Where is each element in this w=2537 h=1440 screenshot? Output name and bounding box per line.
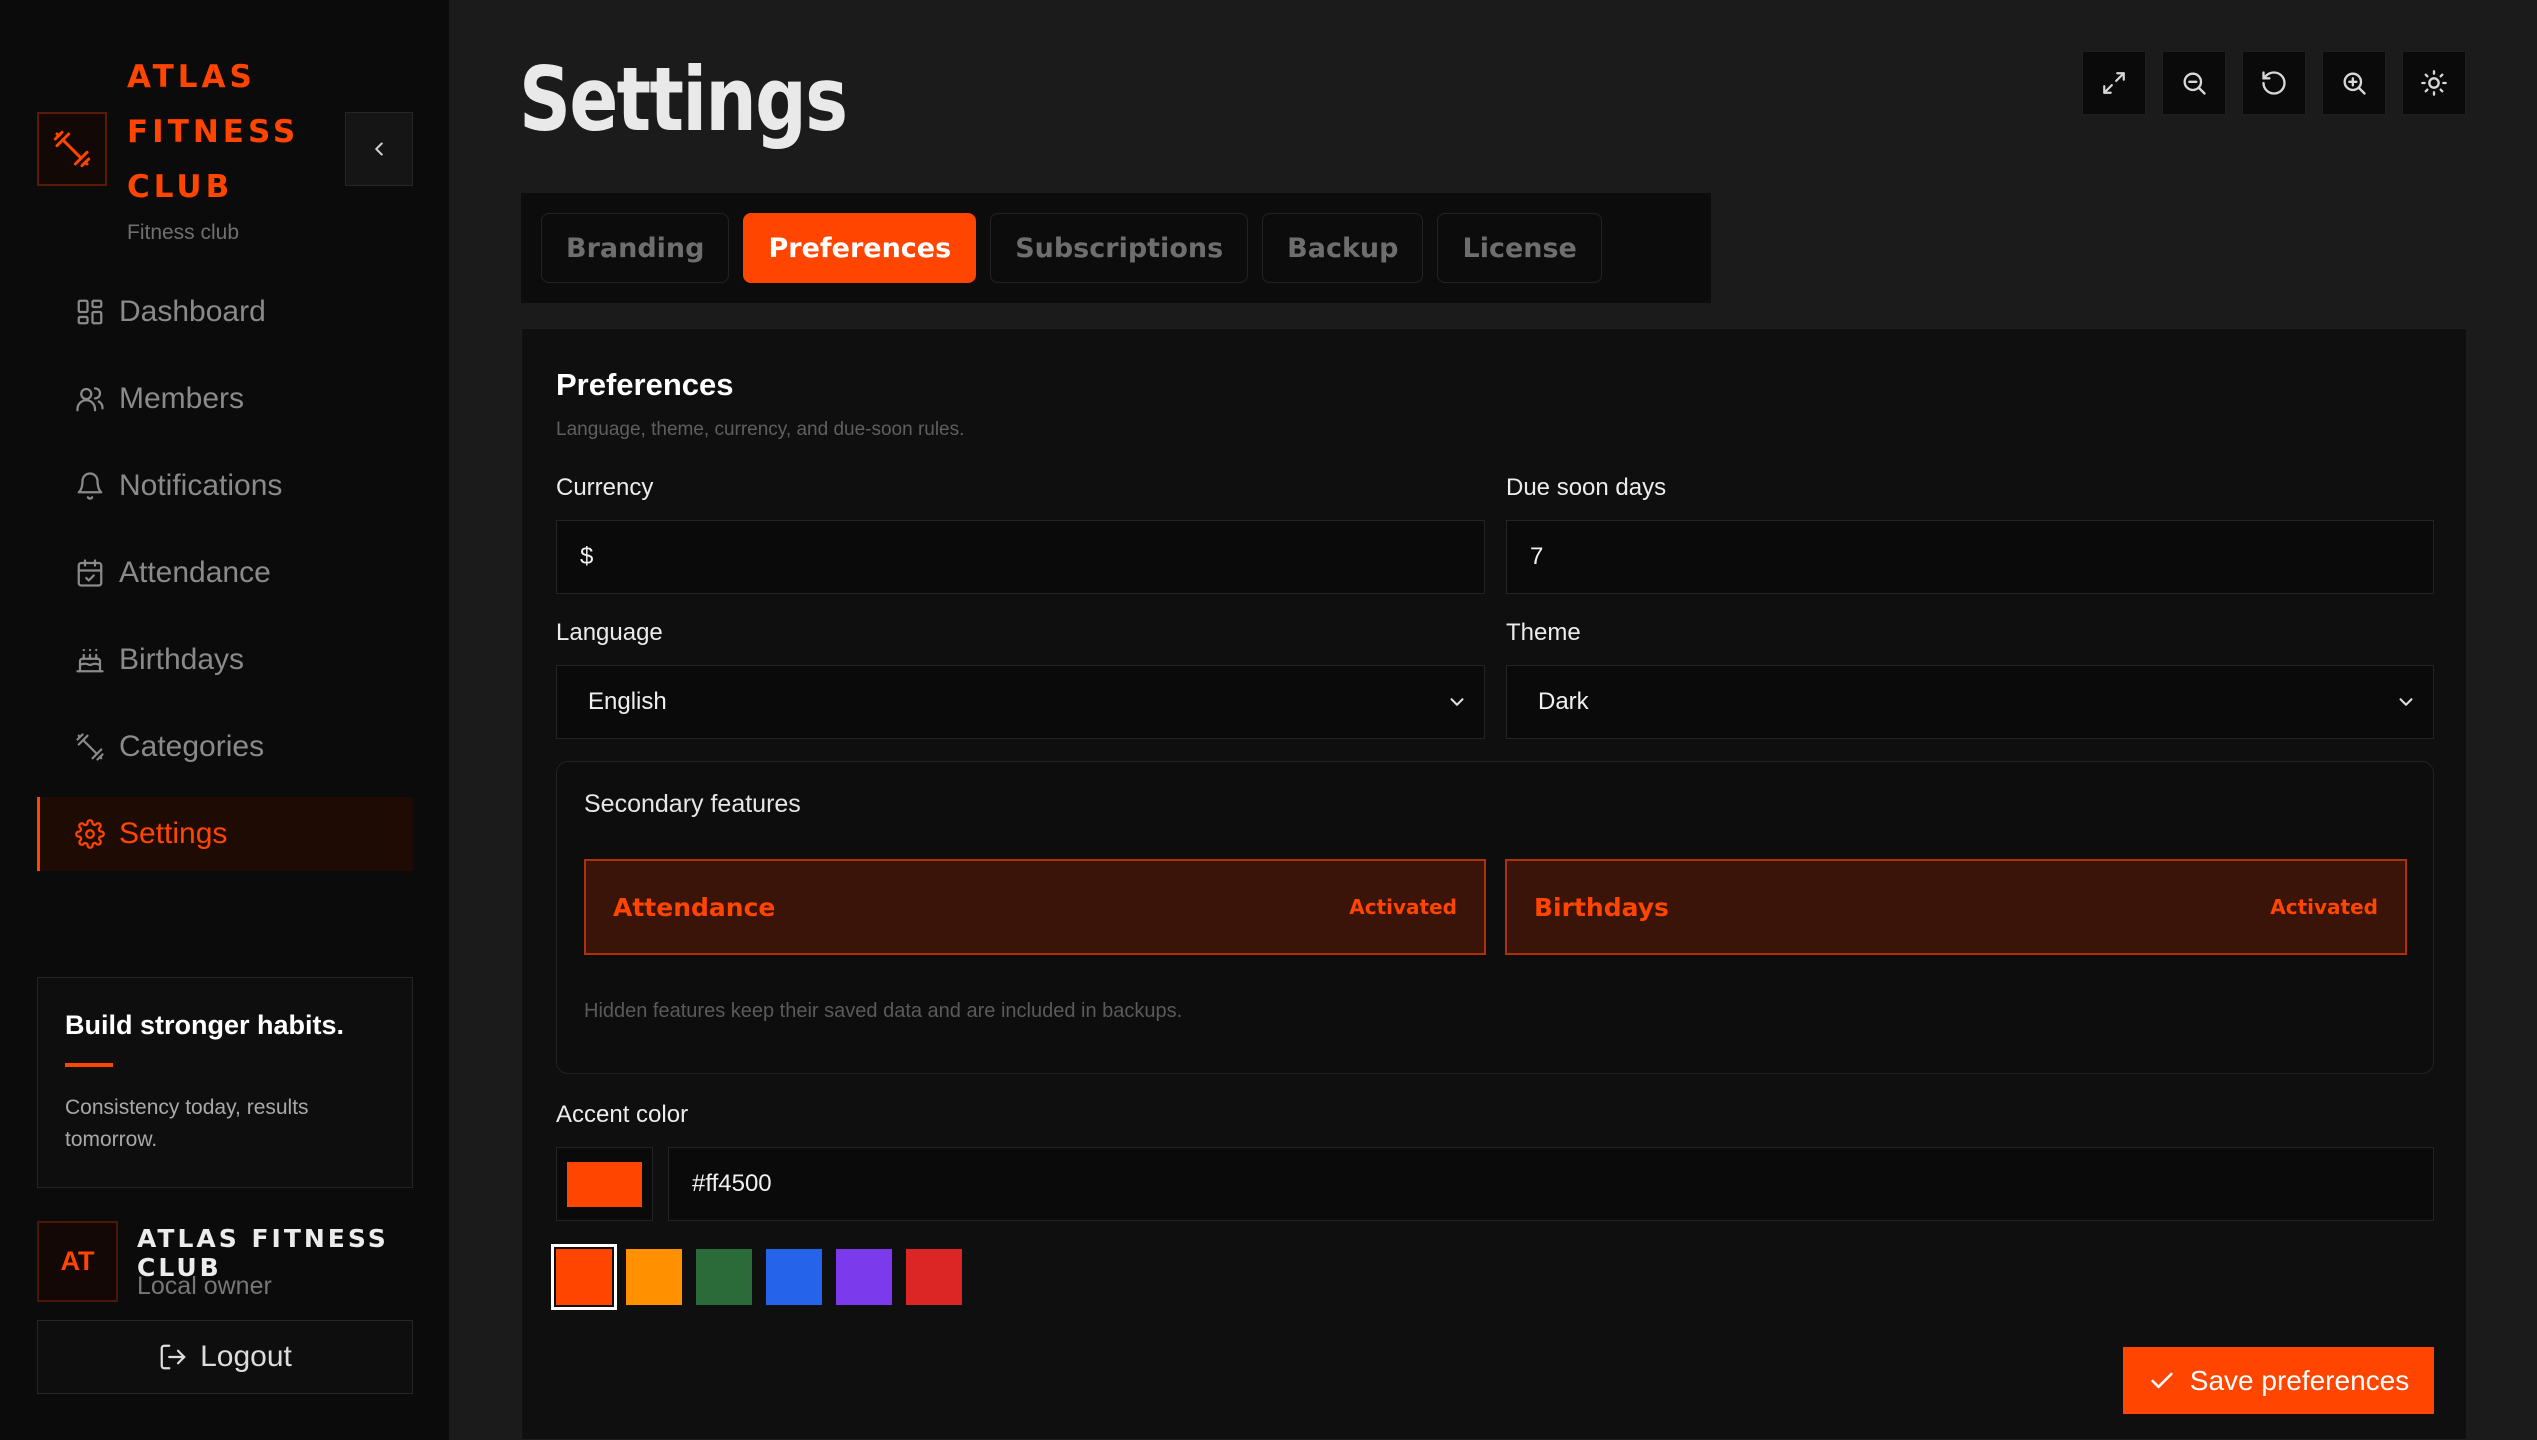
sidebar-item-label: Dashboard bbox=[119, 295, 266, 328]
tab-license[interactable]: License bbox=[1437, 213, 1602, 283]
swatch-orange[interactable] bbox=[626, 1249, 682, 1305]
swatch-orange-red[interactable] bbox=[551, 1244, 617, 1310]
reset-zoom-button[interactable] bbox=[2242, 51, 2306, 115]
theme-toggle-button[interactable] bbox=[2402, 51, 2466, 115]
theme-select[interactable]: Dark bbox=[1506, 665, 2434, 739]
motivation-text: Consistency today, results tomorrow. bbox=[65, 1096, 309, 1151]
chevron-down-icon bbox=[2399, 698, 2413, 706]
sidebar-item-label: Attendance bbox=[119, 556, 271, 589]
language-select[interactable]: English bbox=[556, 665, 1485, 739]
logout-button[interactable]: Logout bbox=[37, 1320, 413, 1394]
zoom-in-button[interactable] bbox=[2322, 51, 2386, 115]
sidebar: ATLAS FITNESS CLUB Fitness club Dashboar… bbox=[0, 0, 450, 1440]
accent-color-label: Accent color bbox=[556, 1101, 689, 1128]
sidebar-item-categories[interactable]: Categories bbox=[37, 710, 413, 784]
feature-status: Activated bbox=[2270, 895, 2378, 919]
logout-label: Logout bbox=[200, 1340, 292, 1373]
sidebar-item-notifications[interactable]: Notifications bbox=[37, 449, 413, 523]
tab-preferences[interactable]: Preferences bbox=[743, 213, 977, 283]
settings-tabs: Branding Preferences Subscriptions Backu… bbox=[521, 193, 1711, 303]
swatch-green[interactable] bbox=[696, 1249, 752, 1305]
sidebar-item-label: Categories bbox=[119, 730, 265, 763]
secondary-features-note: Hidden features keep their saved data an… bbox=[584, 1000, 1183, 1022]
swatch-blue[interactable] bbox=[766, 1249, 822, 1305]
page-title: Settings bbox=[519, 48, 848, 151]
sidebar-item-settings[interactable]: Settings bbox=[37, 797, 413, 871]
panel-title: Preferences bbox=[556, 367, 734, 402]
secondary-features-title: Secondary features bbox=[584, 790, 801, 818]
user-role: Local owner bbox=[137, 1272, 272, 1300]
currency-field[interactable]: $ bbox=[556, 520, 1485, 594]
swatch-purple[interactable] bbox=[836, 1249, 892, 1305]
feature-status: Activated bbox=[1349, 895, 1457, 919]
secondary-features-box: Secondary features Attendance Activated … bbox=[556, 761, 2434, 1074]
sidebar-item-dashboard[interactable]: Dashboard bbox=[37, 275, 413, 349]
chevron-left-icon bbox=[375, 142, 383, 156]
zoom-out-icon bbox=[2183, 72, 2206, 95]
panel-subtitle: Language, theme, currency, and due-soon … bbox=[556, 419, 965, 440]
accent-color-preview bbox=[567, 1161, 642, 1207]
feature-toggle-birthdays[interactable]: Birthdays Activated bbox=[1505, 859, 2407, 955]
sidebar-item-label: Notifications bbox=[119, 469, 283, 502]
collapse-sidebar-button[interactable] bbox=[345, 112, 413, 186]
chevron-down-icon bbox=[1450, 698, 1464, 706]
feature-name: Attendance bbox=[613, 892, 776, 922]
tab-branding[interactable]: Branding bbox=[541, 213, 730, 283]
tab-backup[interactable]: Backup bbox=[1262, 213, 1424, 283]
feature-toggle-attendance[interactable]: Attendance Activated bbox=[584, 859, 1486, 955]
toolbar bbox=[2082, 51, 2466, 115]
sun-icon bbox=[2421, 70, 2447, 96]
reset-icon bbox=[2262, 71, 2286, 95]
motivation-accent-bar bbox=[65, 1063, 113, 1067]
gear-icon bbox=[75, 819, 105, 849]
bell-icon bbox=[77, 472, 103, 500]
zoom-in-icon bbox=[2343, 72, 2366, 95]
fullscreen-button[interactable] bbox=[2082, 51, 2146, 115]
avatar: AT bbox=[37, 1221, 118, 1302]
accent-color-picker[interactable] bbox=[556, 1147, 653, 1221]
members-icon bbox=[76, 387, 104, 412]
calendar-icon bbox=[77, 559, 103, 587]
swatch-red[interactable] bbox=[906, 1249, 962, 1305]
save-preferences-button[interactable]: Save preferences bbox=[2123, 1347, 2434, 1414]
due-soon-field[interactable]: 7 bbox=[1506, 520, 2434, 594]
sidebar-item-label: Members bbox=[119, 382, 245, 415]
language-label: Language bbox=[556, 619, 663, 646]
theme-label: Theme bbox=[1506, 619, 1581, 646]
dumbbell-icon bbox=[53, 130, 91, 168]
dumbbell-icon bbox=[76, 733, 104, 761]
brand-subtitle: Fitness club bbox=[127, 221, 240, 244]
brand-name: ATLAS FITNESS CLUB bbox=[127, 59, 300, 205]
due-soon-label: Due soon days bbox=[1506, 474, 1667, 501]
brand-logo bbox=[37, 112, 107, 186]
feature-name: Birthdays bbox=[1534, 892, 1669, 922]
sidebar-item-birthdays[interactable]: Birthdays bbox=[37, 623, 413, 697]
dashboard-icon bbox=[77, 299, 103, 325]
save-label: Save preferences bbox=[2189, 1364, 2410, 1396]
preferences-panel: Preferences Language, theme, currency, a… bbox=[521, 328, 2467, 1440]
sidebar-item-label: Settings bbox=[119, 817, 228, 850]
zoom-out-button[interactable] bbox=[2162, 51, 2226, 115]
accent-color-field[interactable]: #ff4500 bbox=[668, 1147, 2434, 1221]
theme-value: Dark bbox=[1538, 688, 1589, 715]
accent-swatches bbox=[551, 1244, 962, 1310]
currency-label: Currency bbox=[556, 474, 654, 501]
logout-icon bbox=[160, 1344, 186, 1370]
sidebar-item-attendance[interactable]: Attendance bbox=[37, 536, 413, 610]
motivation-card: Build stronger habits. Consistency today… bbox=[37, 977, 413, 1188]
sidebar-nav: Dashboard Members Notifications Attendan… bbox=[37, 275, 413, 884]
motivation-title: Build stronger habits. bbox=[65, 1010, 345, 1040]
language-value: English bbox=[588, 688, 667, 715]
tab-subscriptions[interactable]: Subscriptions bbox=[990, 213, 1249, 283]
sidebar-item-label: Birthdays bbox=[119, 643, 245, 676]
sidebar-item-members[interactable]: Members bbox=[37, 362, 413, 436]
check-icon bbox=[2151, 1372, 2173, 1388]
expand-icon bbox=[2103, 72, 2125, 94]
cake-icon bbox=[76, 648, 104, 673]
